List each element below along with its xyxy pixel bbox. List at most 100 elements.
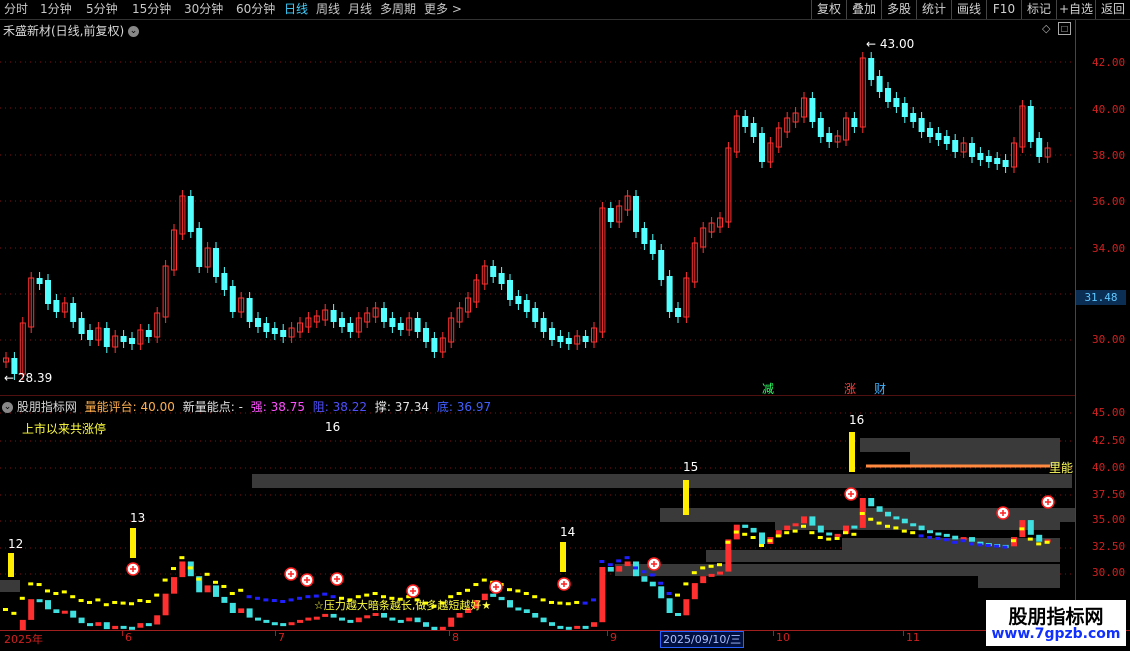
slogan-text: ☆压力越大暗条越长,做多越短越好★ xyxy=(314,599,492,612)
support-dot xyxy=(868,517,874,521)
indicator-candle xyxy=(364,615,371,619)
diamond-icon[interactable]: ◇ xyxy=(1042,22,1050,35)
candle-body xyxy=(666,276,673,312)
tab-daily[interactable]: 日线 xyxy=(284,1,308,18)
event-rise-marker[interactable]: 涨 xyxy=(843,382,857,396)
indicator-candle xyxy=(809,516,816,526)
indicator-candle xyxy=(918,525,925,531)
settings-icon[interactable]: ⌄ xyxy=(2,402,13,413)
x-tick xyxy=(903,630,904,636)
support-dot xyxy=(817,536,823,539)
draw-line-button[interactable]: 画线 xyxy=(951,0,986,19)
support-dot xyxy=(927,536,932,539)
indicator-candle xyxy=(339,617,345,621)
indicator-candle xyxy=(851,525,858,529)
stats-button[interactable]: 统计 xyxy=(916,0,951,19)
indicator-candle xyxy=(19,619,26,630)
support-dot xyxy=(649,573,655,577)
candle-body xyxy=(549,328,555,340)
candle-body xyxy=(565,338,572,344)
indicator-candle xyxy=(112,625,119,630)
bottom-value: 底: 36.97 xyxy=(436,400,492,414)
indicator-tick: 30.00 xyxy=(1092,566,1126,579)
multi-stock-button[interactable]: 多股 xyxy=(881,0,916,19)
support-dot xyxy=(767,539,773,543)
candlestick-chart[interactable]: ← 43.00 ← 28.39 xyxy=(0,20,1075,396)
add-watchlist-button[interactable]: +自选 xyxy=(1056,0,1095,19)
chevron-down-icon[interactable]: ⌄ xyxy=(128,26,140,37)
candle-body xyxy=(229,286,236,312)
support-dot xyxy=(179,556,185,560)
support-dot xyxy=(658,581,664,585)
event-reduce-marker[interactable]: 减 xyxy=(761,382,775,396)
watermark-logo: 股朋指标网 www.7gpzb.com xyxy=(986,600,1126,646)
tab-monthly[interactable]: 月线 xyxy=(348,1,372,18)
indicator-candle xyxy=(213,585,219,597)
support-dot xyxy=(994,544,1000,548)
support-dot xyxy=(985,544,991,547)
candle-body xyxy=(53,300,60,312)
support-dot xyxy=(759,544,764,547)
indicator-candle xyxy=(162,593,169,616)
limit-up-number: 16 xyxy=(849,413,864,427)
support-dot xyxy=(700,566,706,570)
support-dot xyxy=(305,595,311,599)
indicator-candle xyxy=(288,622,295,626)
tab-5min[interactable]: 5分钟 xyxy=(86,1,118,18)
support-dot xyxy=(196,577,202,581)
strong-value: 强: 38.75 xyxy=(250,400,305,414)
support-dot xyxy=(238,588,244,592)
tab-weekly[interactable]: 周线 xyxy=(316,1,340,18)
candle-body xyxy=(532,308,539,322)
tab-30min[interactable]: 30分钟 xyxy=(184,1,223,18)
resist-value: 阻: 38.22 xyxy=(312,400,368,414)
indicator-candle xyxy=(322,613,329,617)
tab-60min[interactable]: 60分钟 xyxy=(236,1,275,18)
indicator-candle xyxy=(927,530,933,534)
candle-body xyxy=(540,318,547,332)
f10-button[interactable]: F10 xyxy=(986,0,1021,19)
window-toggle-icon[interactable]: □ xyxy=(1058,22,1071,35)
tab-intraday[interactable]: 分时 xyxy=(4,1,28,18)
support-dot xyxy=(943,538,949,542)
chart-title: 禾盛新材(日线,前复权) ⌄ xyxy=(3,22,140,39)
indicator-candle xyxy=(792,523,799,527)
support-dot xyxy=(11,611,17,615)
indicator-candle xyxy=(801,516,807,524)
candle-body xyxy=(347,323,354,332)
support-dot xyxy=(633,566,638,570)
limit-up-caption: 上市以来共涨停 xyxy=(22,422,107,436)
indicator-candle xyxy=(330,613,337,618)
support-dot xyxy=(977,543,983,547)
indicator-chart[interactable]: 12 13 14 15 16 xyxy=(0,398,1075,630)
support-dot xyxy=(675,593,680,597)
tab-15min[interactable]: 15分钟 xyxy=(132,1,171,18)
support-dot xyxy=(935,536,941,540)
candle-body xyxy=(187,196,194,232)
candle-body xyxy=(809,98,816,122)
candle-body xyxy=(675,308,681,317)
adjust-button[interactable]: 复权 xyxy=(811,0,846,19)
indicator-candle xyxy=(658,586,665,599)
tab-more[interactable]: 更多 > xyxy=(424,1,462,18)
mark-button[interactable]: 标记 xyxy=(1021,0,1056,19)
candle-body xyxy=(389,318,396,327)
price-tick: 36.00 xyxy=(1092,195,1126,208)
candle-body xyxy=(246,298,253,322)
tab-multi-period[interactable]: 多周期 xyxy=(380,1,416,18)
tab-1min[interactable]: 1分钟 xyxy=(40,1,72,18)
back-button[interactable]: 返回 xyxy=(1095,0,1130,19)
indicator-candle xyxy=(120,625,127,629)
overlay-button[interactable]: 叠加 xyxy=(846,0,881,19)
candle-body xyxy=(196,228,203,267)
candle-body xyxy=(969,143,975,157)
indicator-candle xyxy=(103,622,110,630)
indicator-candle xyxy=(78,617,85,624)
pressure-bar xyxy=(978,576,1060,588)
event-finance-marker[interactable]: 财 xyxy=(873,382,887,396)
candle-body xyxy=(423,328,429,342)
crosshair-date-label: 2025/09/10/三 xyxy=(660,631,745,648)
support-dot xyxy=(540,598,546,602)
indicator-candle xyxy=(53,609,60,613)
support-dot xyxy=(95,598,101,602)
